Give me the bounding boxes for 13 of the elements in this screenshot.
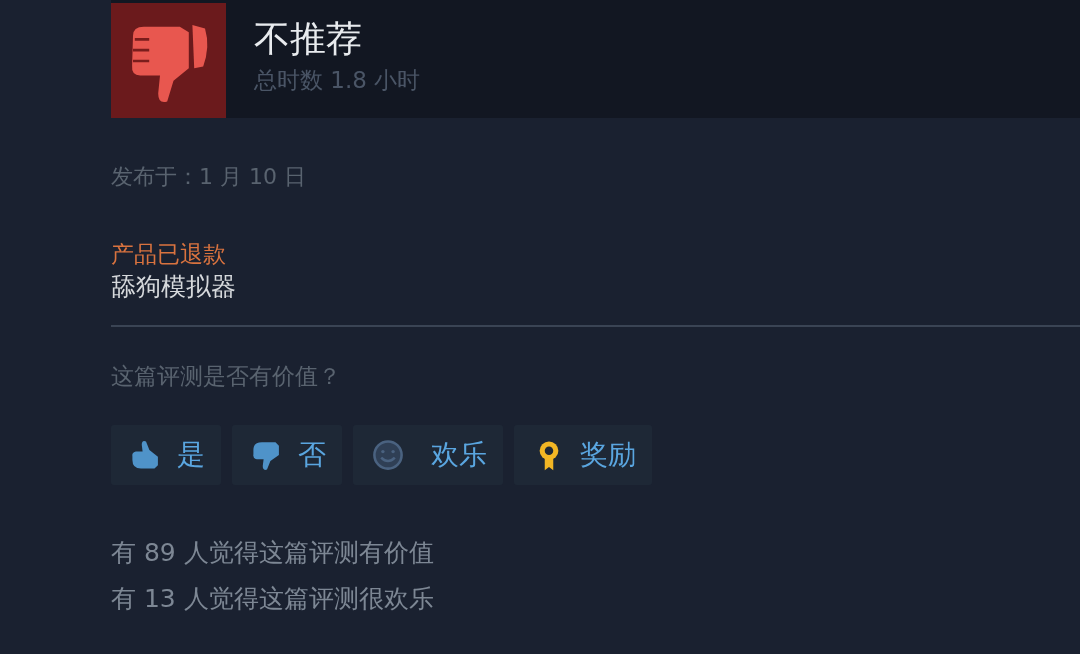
refund-notice: 产品已退款 <box>111 240 227 269</box>
funny-button[interactable]: 欢乐 <box>353 425 503 485</box>
review-text: 舔狗模拟器 <box>111 271 237 303</box>
yes-button[interactable]: 是 <box>111 425 221 485</box>
no-button[interactable]: 否 <box>232 425 342 485</box>
post-date: 发布于：1 月 10 日 <box>111 163 307 191</box>
helpful-count-text: 有 89 人觉得这篇评测有价值 <box>111 537 435 569</box>
smiley-icon <box>371 438 405 472</box>
playtime-text: 总时数 1.8 小时 <box>254 66 421 95</box>
award-button[interactable]: 奖励 <box>514 425 652 485</box>
helpful-question: 这篇评测是否有价值？ <box>111 362 342 391</box>
helpful-count-text: 有 13 人觉得这篇评测很欢乐 <box>111 583 435 615</box>
review-verdict: 不推荐 <box>254 17 363 61</box>
